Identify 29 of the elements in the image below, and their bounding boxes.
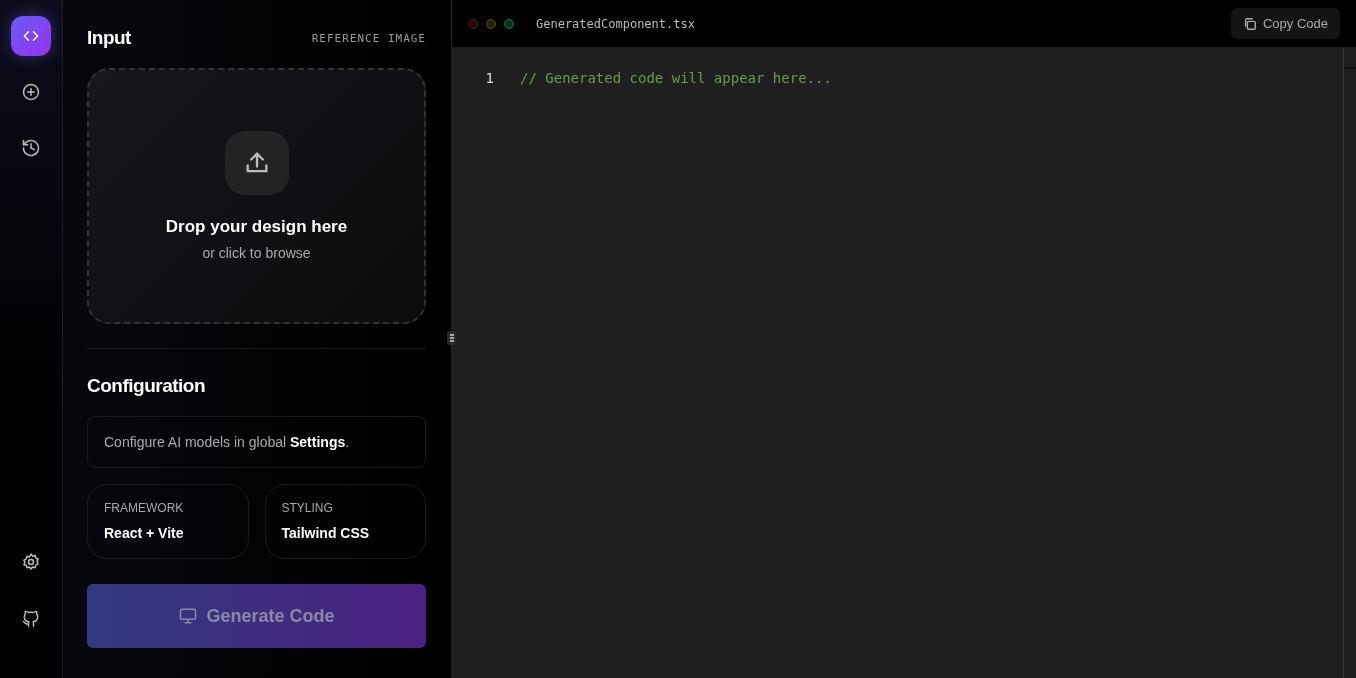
copy-button[interactable]: Copy Code xyxy=(1230,8,1340,39)
resize-handle[interactable] xyxy=(447,331,456,345)
window-dot xyxy=(504,18,514,29)
github-icon xyxy=(21,608,41,628)
file-name: GeneratedComponent.tsx xyxy=(536,16,696,31)
sidebar-button[interactable] xyxy=(11,16,51,56)
history-icon xyxy=(21,138,41,158)
dropzone-title: Drop your design here xyxy=(165,217,348,237)
copy-icon xyxy=(1242,16,1257,31)
option-card[interactable]: STYLING Tailwind CSS xyxy=(264,484,426,559)
option-value: Tailwind CSS xyxy=(281,525,371,541)
section-title: Input xyxy=(87,27,131,49)
settings-note: Configure AI models in global Settings. xyxy=(87,416,426,468)
upload-icon xyxy=(224,131,289,195)
option-card[interactable]: FRAMEWORK React + Vite xyxy=(87,484,249,559)
option-label: STYLING xyxy=(281,501,334,515)
window-dot xyxy=(486,18,496,29)
option-label: FRAMEWORK xyxy=(104,501,185,515)
settings-icon xyxy=(21,552,41,572)
upload-dropzone[interactable]: Drop your design here or click to browse xyxy=(87,68,426,324)
dropzone-hint: or click to browse xyxy=(202,245,311,261)
section-subtitle: REFERENCE IMAGE xyxy=(311,31,426,45)
code-comment: // Generated code will appear here... xyxy=(520,70,832,86)
option-value: React + Vite xyxy=(104,525,185,541)
plus-circle-icon xyxy=(21,82,41,102)
section-title: Configuration xyxy=(87,375,207,397)
window-dot xyxy=(468,18,478,29)
line-number: 1 xyxy=(484,70,495,86)
monitor-icon xyxy=(178,606,199,626)
